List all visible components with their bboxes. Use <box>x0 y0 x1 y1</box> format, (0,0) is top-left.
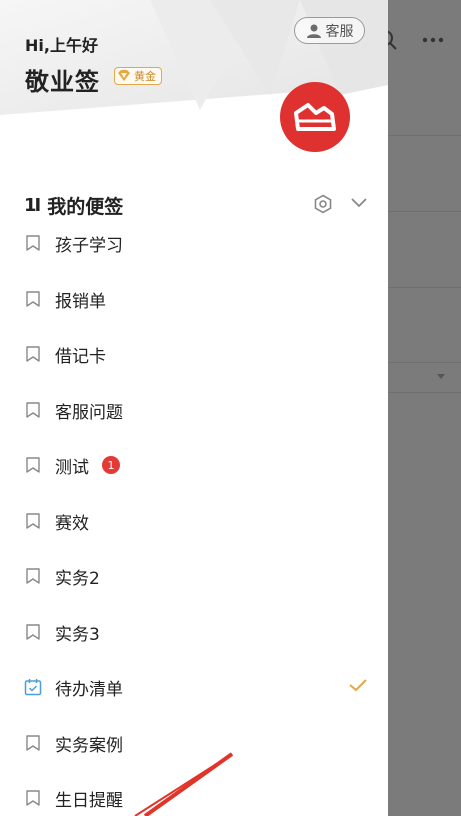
app-logo[interactable] <box>280 82 350 152</box>
note-list-item-label: 实务3 <box>55 624 100 645</box>
user-icon <box>306 24 321 38</box>
bookmark-icon <box>24 789 42 807</box>
greeting-text: Hi,上午好 <box>25 36 98 55</box>
note-list-item[interactable]: 客服问题 <box>0 382 388 438</box>
bookmark-icon <box>24 234 42 252</box>
bookmark-icon <box>24 567 42 585</box>
note-list-item-label: 实务案例 <box>55 735 123 756</box>
chevron-down-icon[interactable] <box>350 196 368 210</box>
unread-count-badge: 1 <box>102 456 120 474</box>
side-drawer: Hi,上午好 敬业签 黄金 客服 1Ⅰ 我的便签 孩子学习 报销单 借记卡 客服问 <box>0 0 388 816</box>
note-list-item[interactable]: 孩子学习 <box>0 215 388 271</box>
background-divider <box>388 362 461 363</box>
calendar-check-icon <box>24 678 42 696</box>
note-list-item[interactable]: 实务2 <box>0 548 388 604</box>
bookmark-icon <box>24 345 42 363</box>
note-list-item-label: 赛效 <box>55 513 89 534</box>
background-divider <box>388 135 461 136</box>
background-divider <box>388 392 461 393</box>
note-list-item-label: 报销单 <box>55 291 106 312</box>
note-list-item[interactable]: 借记卡 <box>0 326 388 382</box>
settings-icon[interactable] <box>313 194 333 214</box>
customer-service-button[interactable]: 客服 <box>294 17 365 44</box>
note-list-item-label: 借记卡 <box>55 347 106 367</box>
note-list-item-label: 客服问题 <box>55 402 123 423</box>
note-list-item-label: 实务2 <box>55 569 100 589</box>
app-name: 敬业签 <box>25 68 100 96</box>
note-list-item[interactable]: 测试 1 <box>0 437 388 493</box>
selected-check-icon <box>349 679 367 692</box>
note-list-item-label: 生日提醒 <box>55 791 123 811</box>
more-icon <box>422 37 444 43</box>
note-list-item[interactable]: 生日提醒 <box>0 770 388 816</box>
vip-level-label: 黄金 <box>134 70 156 83</box>
bookmark-icon <box>24 290 42 308</box>
note-list-item-label: 待办清单 <box>55 680 123 700</box>
section-sort-icon: 1Ⅰ <box>24 194 41 216</box>
note-list-item[interactable]: 实务案例 <box>0 715 388 771</box>
vip-badge[interactable]: 黄金 <box>114 67 162 85</box>
bookmark-icon <box>24 456 42 474</box>
customer-service-label: 客服 <box>325 23 354 40</box>
diamond-icon <box>118 70 130 81</box>
note-list-item[interactable]: 实务3 <box>0 604 388 660</box>
note-list-item[interactable]: 待办清单 <box>0 659 388 715</box>
note-list-item[interactable]: 赛效 <box>0 493 388 549</box>
bookmark-icon <box>24 401 42 419</box>
logo-icon <box>294 103 336 131</box>
note-list-item-label: 测试 <box>55 458 89 478</box>
bookmark-icon <box>24 734 42 752</box>
note-list-item[interactable]: 报销单 <box>0 271 388 327</box>
bookmark-icon <box>24 623 42 641</box>
dropdown-caret-icon <box>437 374 445 379</box>
background-divider <box>388 287 461 288</box>
note-list-item-label: 孩子学习 <box>55 236 123 256</box>
background-divider <box>388 211 461 212</box>
bookmark-icon <box>24 512 42 530</box>
